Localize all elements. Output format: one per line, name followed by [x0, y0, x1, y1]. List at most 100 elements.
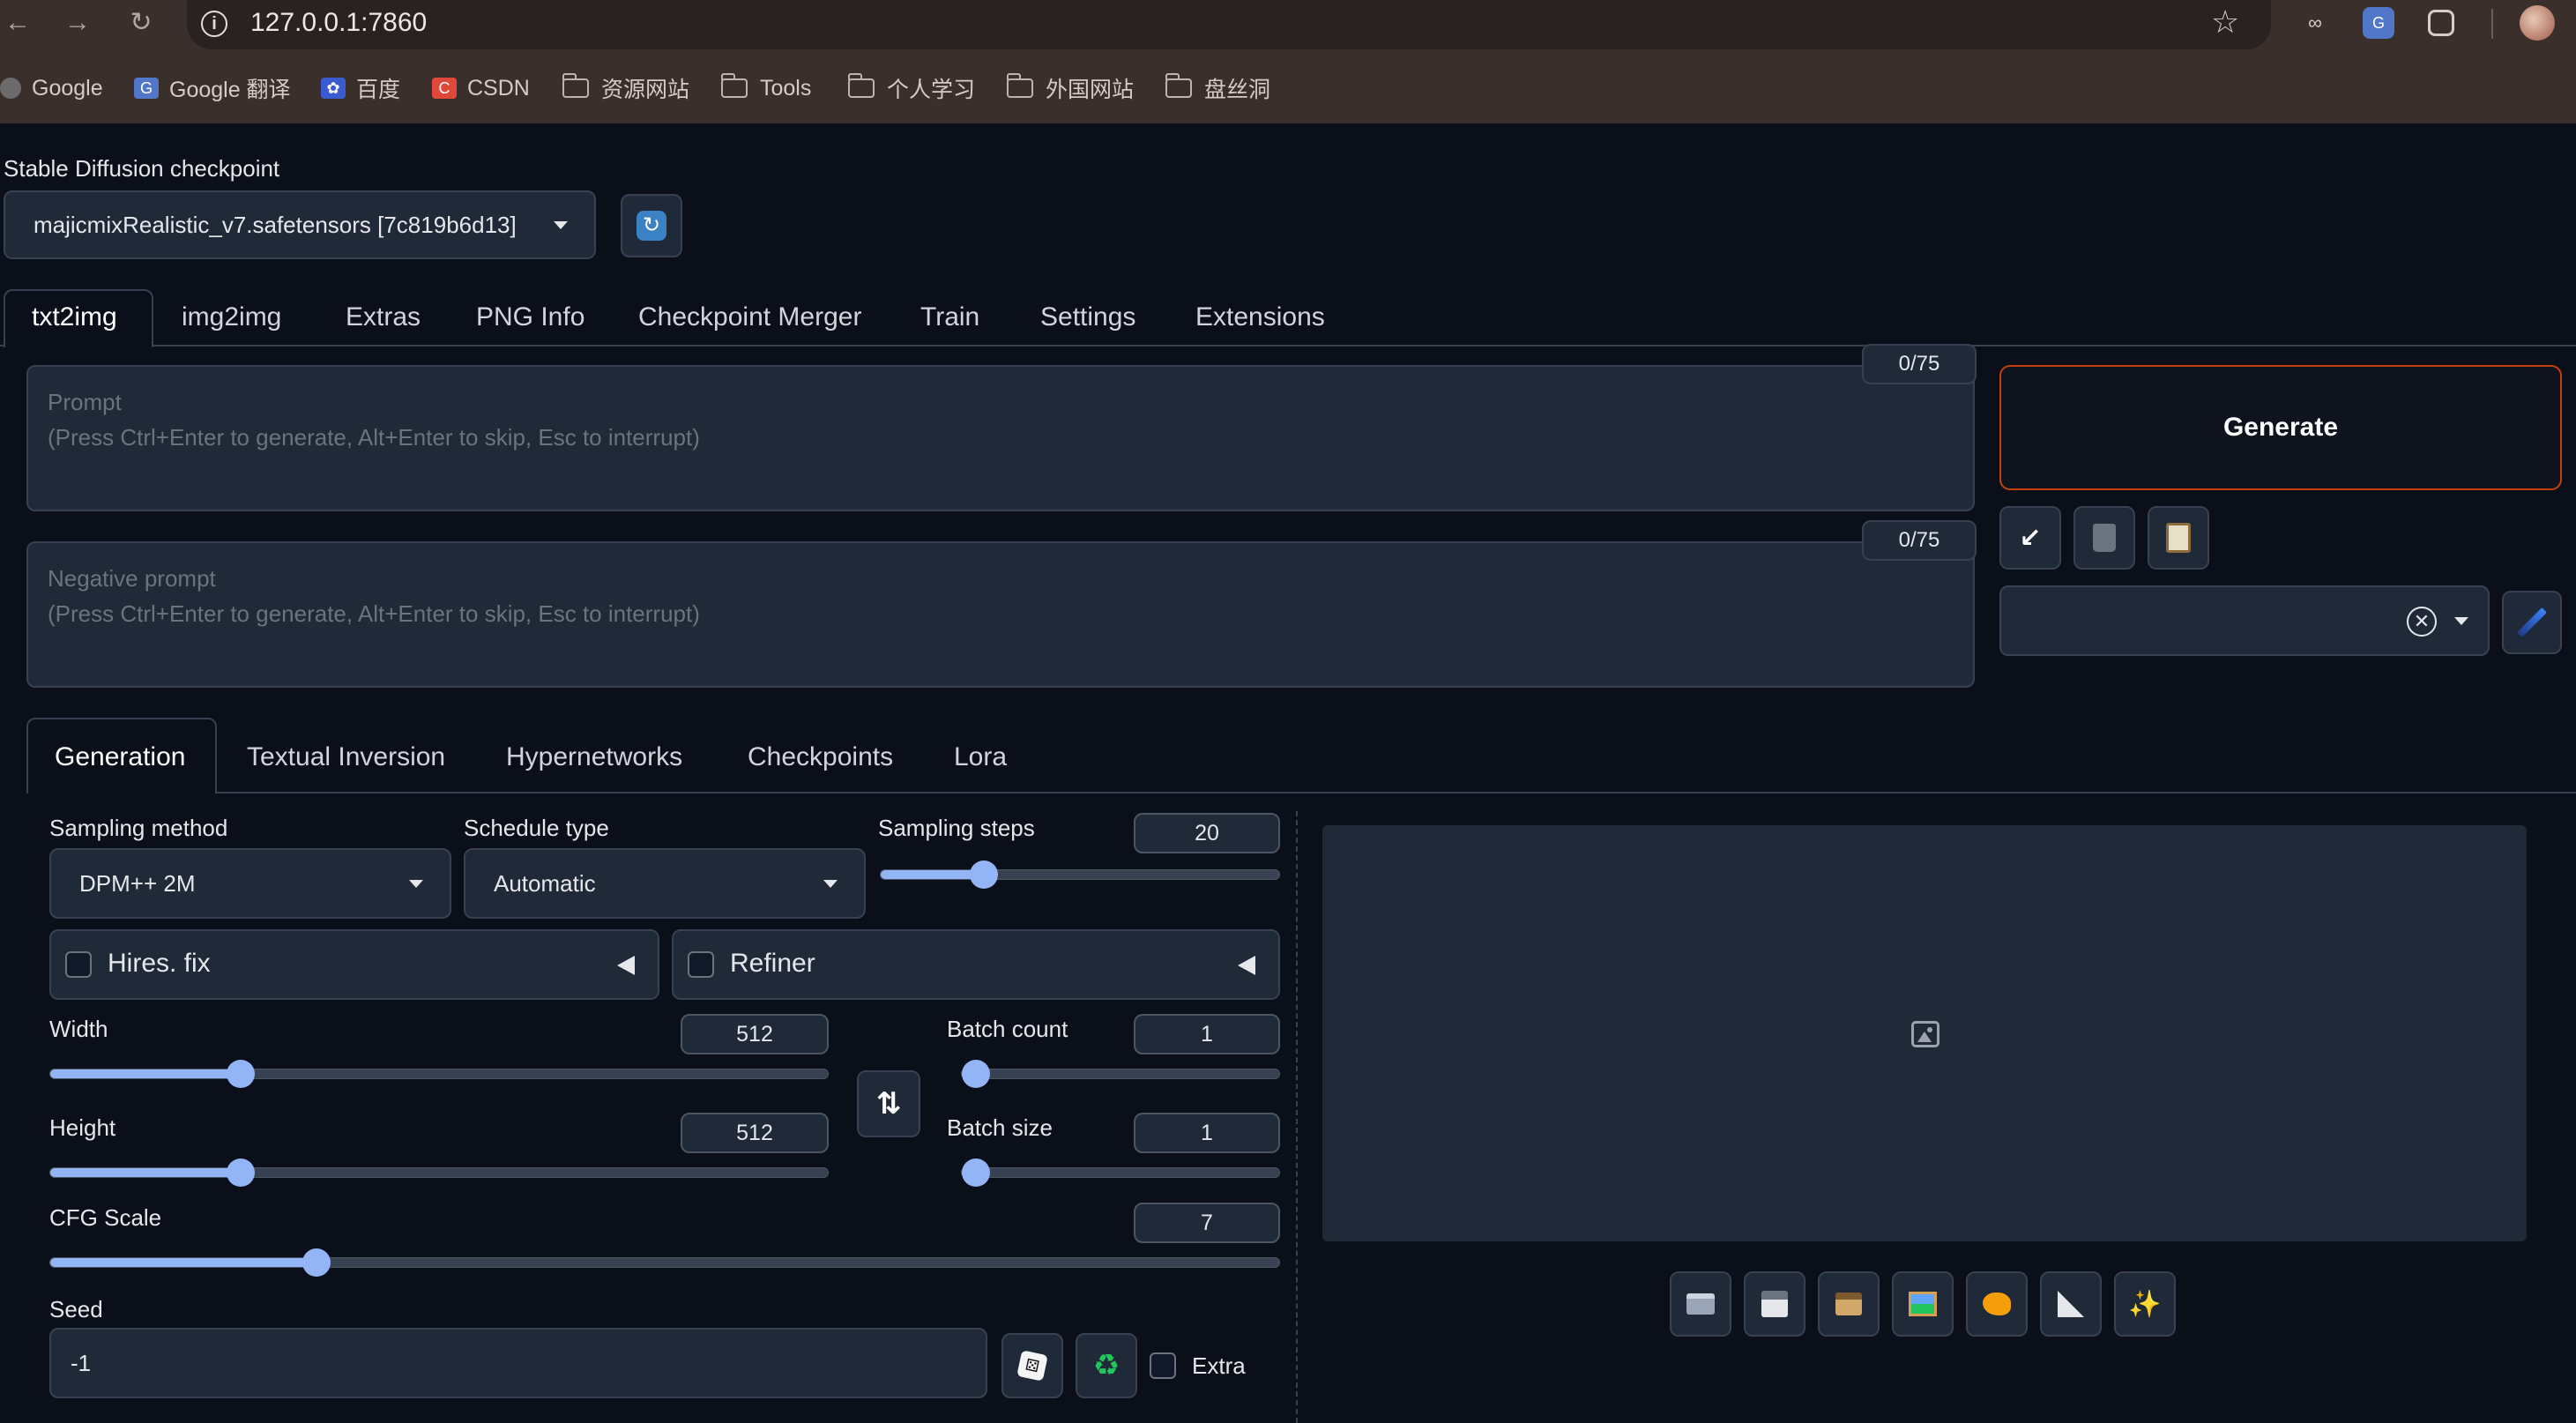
slider-thumb[interactable] [962, 1159, 990, 1187]
upscale-button[interactable]: ✨ [2114, 1271, 2176, 1337]
translate-extension-icon[interactable]: G [2363, 7, 2394, 39]
slider-thumb[interactable] [962, 1060, 990, 1088]
prompt-token-counter: 0/75 [1862, 344, 1977, 384]
seed-label: Seed [49, 1296, 103, 1322]
tab-extensions[interactable]: Extensions [1195, 291, 1325, 344]
triangle-ruler-icon [2058, 1291, 2084, 1317]
batch-count-input[interactable]: 1 [1134, 1014, 1280, 1054]
back-icon[interactable]: ← [0, 5, 35, 41]
subtab-textual-inversion[interactable]: Textual Inversion [247, 728, 445, 786]
clear-prompt-button[interactable] [2073, 506, 2135, 570]
extra-seed-checkbox[interactable] [1150, 1352, 1176, 1379]
slider-thumb[interactable] [969, 861, 998, 889]
folder-icon [1007, 73, 1033, 98]
reload-icon[interactable]: ↻ [123, 5, 159, 41]
negative-prompt-textarea[interactable]: Negative prompt (Press Ctrl+Enter to gen… [26, 541, 1975, 688]
bookmark-google-translate[interactable]: G Google 翻译 [134, 71, 291, 106]
clear-icon[interactable]: ✕ [2407, 607, 2437, 637]
slider-thumb[interactable] [226, 1159, 255, 1187]
tab-img2img[interactable]: img2img [182, 291, 281, 344]
csdn-icon: C [432, 78, 457, 99]
bookmark-csdn[interactable]: C CSDN [432, 71, 530, 106]
dice-icon: ⚄ [1016, 1350, 1048, 1382]
bookmark-star-icon[interactable]: ☆ [2211, 4, 2239, 41]
bookmark-folder-personal-study[interactable]: 个人学习 [848, 71, 975, 106]
extension-glasses-icon[interactable]: ∞ [2299, 7, 2331, 39]
apply-styles-button[interactable] [2148, 506, 2209, 570]
extensions-puzzle-icon[interactable] [2428, 10, 2454, 36]
hires-fix-checkbox[interactable] [65, 951, 92, 978]
subtabs-underline [26, 792, 2576, 793]
chevron-down-icon [2454, 617, 2468, 625]
google-translate-icon: G [134, 78, 159, 99]
framed-picture-icon [1909, 1292, 1937, 1316]
hires-fix-accordion[interactable]: Hires. fix [49, 929, 659, 1000]
sampling-steps-slider[interactable] [880, 861, 1280, 889]
batch-count-slider[interactable] [961, 1060, 1280, 1088]
site-info-icon[interactable]: i [201, 11, 227, 37]
batch-size-slider[interactable] [961, 1159, 1280, 1187]
tab-train[interactable]: Train [920, 291, 979, 344]
slider-thumb[interactable] [302, 1248, 331, 1277]
subtab-lora[interactable]: Lora [954, 728, 1007, 786]
swap-dimensions-button[interactable]: ⇅ [857, 1070, 920, 1137]
bookmark-google[interactable]: Google [0, 71, 103, 106]
send-to-extras-button[interactable] [2040, 1271, 2102, 1337]
trash-icon [2093, 524, 2116, 552]
tab-checkpoint-merger[interactable]: Checkpoint Merger [638, 291, 861, 344]
tab-txt2img[interactable]: txt2img [32, 291, 117, 344]
styles-dropdown[interactable]: ✕ [1999, 585, 2490, 656]
prompt-textarea[interactable]: Prompt (Press Ctrl+Enter to generate, Al… [26, 365, 1975, 511]
bookmark-folder-tools[interactable]: Tools [721, 71, 811, 106]
send-to-img2img-button[interactable] [1892, 1271, 1954, 1337]
open-folder-icon [1686, 1293, 1715, 1315]
read-generation-params-button[interactable]: ↙ [1999, 506, 2061, 570]
subtab-checkpoints[interactable]: Checkpoints [748, 728, 893, 786]
seed-input[interactable]: -1 [49, 1328, 987, 1398]
refiner-checkbox[interactable] [688, 951, 714, 978]
refresh-checkpoint-button[interactable]: ↻ [621, 194, 682, 257]
width-input[interactable]: 512 [681, 1014, 829, 1054]
edit-styles-button[interactable] [2502, 591, 2562, 654]
refresh-icon: ↻ [637, 211, 666, 241]
collapse-triangle-icon[interactable] [617, 956, 635, 975]
bookmark-folder-resources[interactable]: 资源网站 [562, 71, 689, 106]
tab-extras[interactable]: Extras [346, 291, 421, 344]
tab-png-info[interactable]: PNG Info [476, 291, 584, 344]
batch-size-input[interactable]: 1 [1134, 1113, 1280, 1153]
collapse-triangle-icon[interactable] [1238, 956, 1255, 975]
send-to-inpaint-button[interactable] [1966, 1271, 2028, 1337]
open-folder-button[interactable] [1670, 1271, 1731, 1337]
subtab-generation[interactable]: Generation [55, 728, 185, 786]
output-image-area [1322, 825, 2527, 1241]
save-button[interactable] [1744, 1271, 1805, 1337]
cfg-scale-input[interactable]: 7 [1134, 1203, 1280, 1243]
height-slider[interactable] [49, 1159, 829, 1187]
bookmark-label: Google 翻译 [169, 78, 291, 102]
sampling-method-dropdown[interactable]: DPM++ 2M [49, 848, 451, 919]
bookmark-baidu[interactable]: ✿ 百度 [321, 71, 400, 106]
tab-settings[interactable]: Settings [1040, 291, 1135, 344]
profile-avatar[interactable] [2520, 5, 2555, 41]
height-label: Height [49, 1114, 116, 1141]
forward-icon[interactable]: → [60, 5, 95, 41]
seed-value: -1 [71, 1349, 92, 1376]
generate-button[interactable]: Generate [1999, 365, 2562, 490]
width-slider[interactable] [49, 1060, 829, 1088]
random-seed-button[interactable]: ⚄ [1001, 1333, 1063, 1398]
bookmark-folder-foreign-sites[interactable]: 外国网站 [1007, 71, 1134, 106]
address-bar[interactable] [187, 0, 2271, 49]
subtab-hypernetworks[interactable]: Hypernetworks [506, 728, 682, 786]
reuse-seed-button[interactable]: ♻ [1076, 1333, 1137, 1398]
batch-size-label: Batch size [947, 1114, 1053, 1141]
refiner-accordion[interactable]: Refiner [672, 929, 1280, 1000]
height-input[interactable]: 512 [681, 1113, 829, 1153]
cfg-scale-slider[interactable] [49, 1248, 1280, 1277]
checkpoint-dropdown[interactable]: majicmixRealistic_v7.safetensors [7c819b… [4, 190, 596, 259]
sampling-steps-input[interactable]: 20 [1134, 813, 1280, 853]
bookmark-label: CSDN [467, 75, 530, 101]
slider-thumb[interactable] [226, 1060, 255, 1088]
bookmark-folder-pansidong[interactable]: 盘丝洞 [1165, 71, 1270, 106]
schedule-type-dropdown[interactable]: Automatic [464, 848, 866, 919]
zip-button[interactable] [1818, 1271, 1880, 1337]
